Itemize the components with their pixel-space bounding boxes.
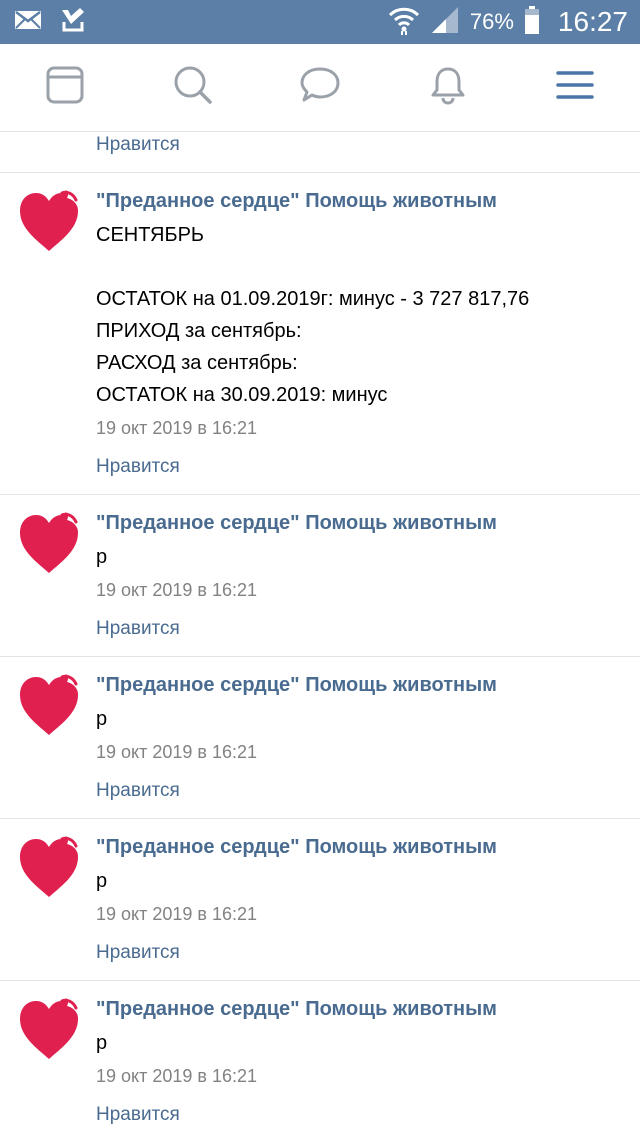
nav-notifications-button[interactable]	[427, 67, 469, 109]
comment-author-link[interactable]: "Преданное сердце" Помощь животным	[96, 671, 640, 699]
nav-menu-button[interactable]	[554, 67, 596, 109]
comment-author-link[interactable]: "Преданное сердце" Помощь животным	[96, 833, 640, 861]
comment-author-link[interactable]: "Преданное сердце" Помощь животным	[96, 187, 640, 215]
like-button[interactable]: Нравится	[96, 454, 640, 480]
comment-date: 19 окт 2019 в 16:21	[96, 580, 258, 600]
comments-list: "Преданное сердце" Помощь животным р 19 ок…	[0, 133, 640, 1138]
signal-icon	[430, 5, 460, 40]
heart-logo-icon[interactable]	[18, 187, 80, 253]
check-download-icon	[60, 7, 86, 37]
mail-icon	[14, 10, 42, 35]
like-button[interactable]: Нравится	[96, 1102, 640, 1128]
search-icon	[173, 65, 213, 110]
comment-date: 19 окт 2019 в 16:21	[96, 418, 258, 438]
heart-logo-icon[interactable]	[18, 509, 80, 575]
heart-logo-icon[interactable]	[18, 833, 80, 899]
nav-bar	[0, 44, 640, 132]
comment-item: "Преданное сердце" Помощь животнымр19 ок…	[0, 133, 640, 173]
status-clock: 16:27	[557, 6, 628, 37]
battery-level: 76%	[469, 9, 514, 34]
messages-icon	[299, 65, 341, 110]
comment-text: СЕНТЯБРЬ ОСТАТОК на 01.09.2019г: минус -…	[96, 224, 530, 406]
battery-icon	[524, 5, 540, 39]
heart-logo-icon[interactable]	[18, 671, 80, 737]
like-button[interactable]: Нравится	[96, 133, 640, 158]
comment-item: "Преданное сердце" Помощь животным р 19 ок…	[0, 819, 640, 981]
comment-text: р	[96, 870, 108, 892]
comments-feed[interactable]: "Преданное сердце" Помощь животным р 19 ок…	[0, 133, 640, 1138]
comment-author-link[interactable]: "Преданное сердце" Помощь животным	[96, 509, 640, 537]
comment-date: 19 окт 2019 в 16:21	[96, 742, 258, 762]
comment-author-link[interactable]: "Преданное сердце" Помощь животным	[96, 995, 640, 1023]
comment-item: "Преданное сердце" Помощь животным р 19 ок…	[0, 981, 640, 1138]
comment-text: р	[96, 1032, 108, 1054]
menu-icon	[556, 69, 594, 106]
comment-date: 19 окт 2019 в 16:21	[96, 904, 258, 924]
nav-messages-button[interactable]	[299, 67, 341, 109]
like-button[interactable]: Нравится	[96, 778, 640, 804]
comment-text: р	[96, 546, 108, 568]
feed-icon	[45, 65, 85, 110]
nav-search-button[interactable]	[172, 65, 214, 110]
status-bar: 76% 16:27	[0, 0, 640, 44]
notifications-icon	[428, 65, 468, 110]
like-button[interactable]: Нравится	[96, 940, 640, 966]
comment-date: 19 окт 2019 в 16:21	[96, 1066, 258, 1086]
status-left	[14, 7, 86, 37]
comment-item: "Преданное сердце" Помощь животным СЕНТЯБ…	[0, 173, 640, 495]
comment-item: "Преданное сердце" Помощь животным р 19 ок…	[0, 657, 640, 819]
status-right: 76% 16:27	[388, 5, 628, 40]
heart-logo-icon[interactable]	[18, 995, 80, 1061]
comment-item: "Преданное сердце" Помощь животным р 19 ок…	[0, 495, 640, 657]
comment-text: р	[96, 708, 108, 730]
nav-feed-button[interactable]	[44, 65, 86, 110]
wifi-icon	[388, 5, 420, 40]
like-button[interactable]: Нравится	[96, 616, 640, 642]
